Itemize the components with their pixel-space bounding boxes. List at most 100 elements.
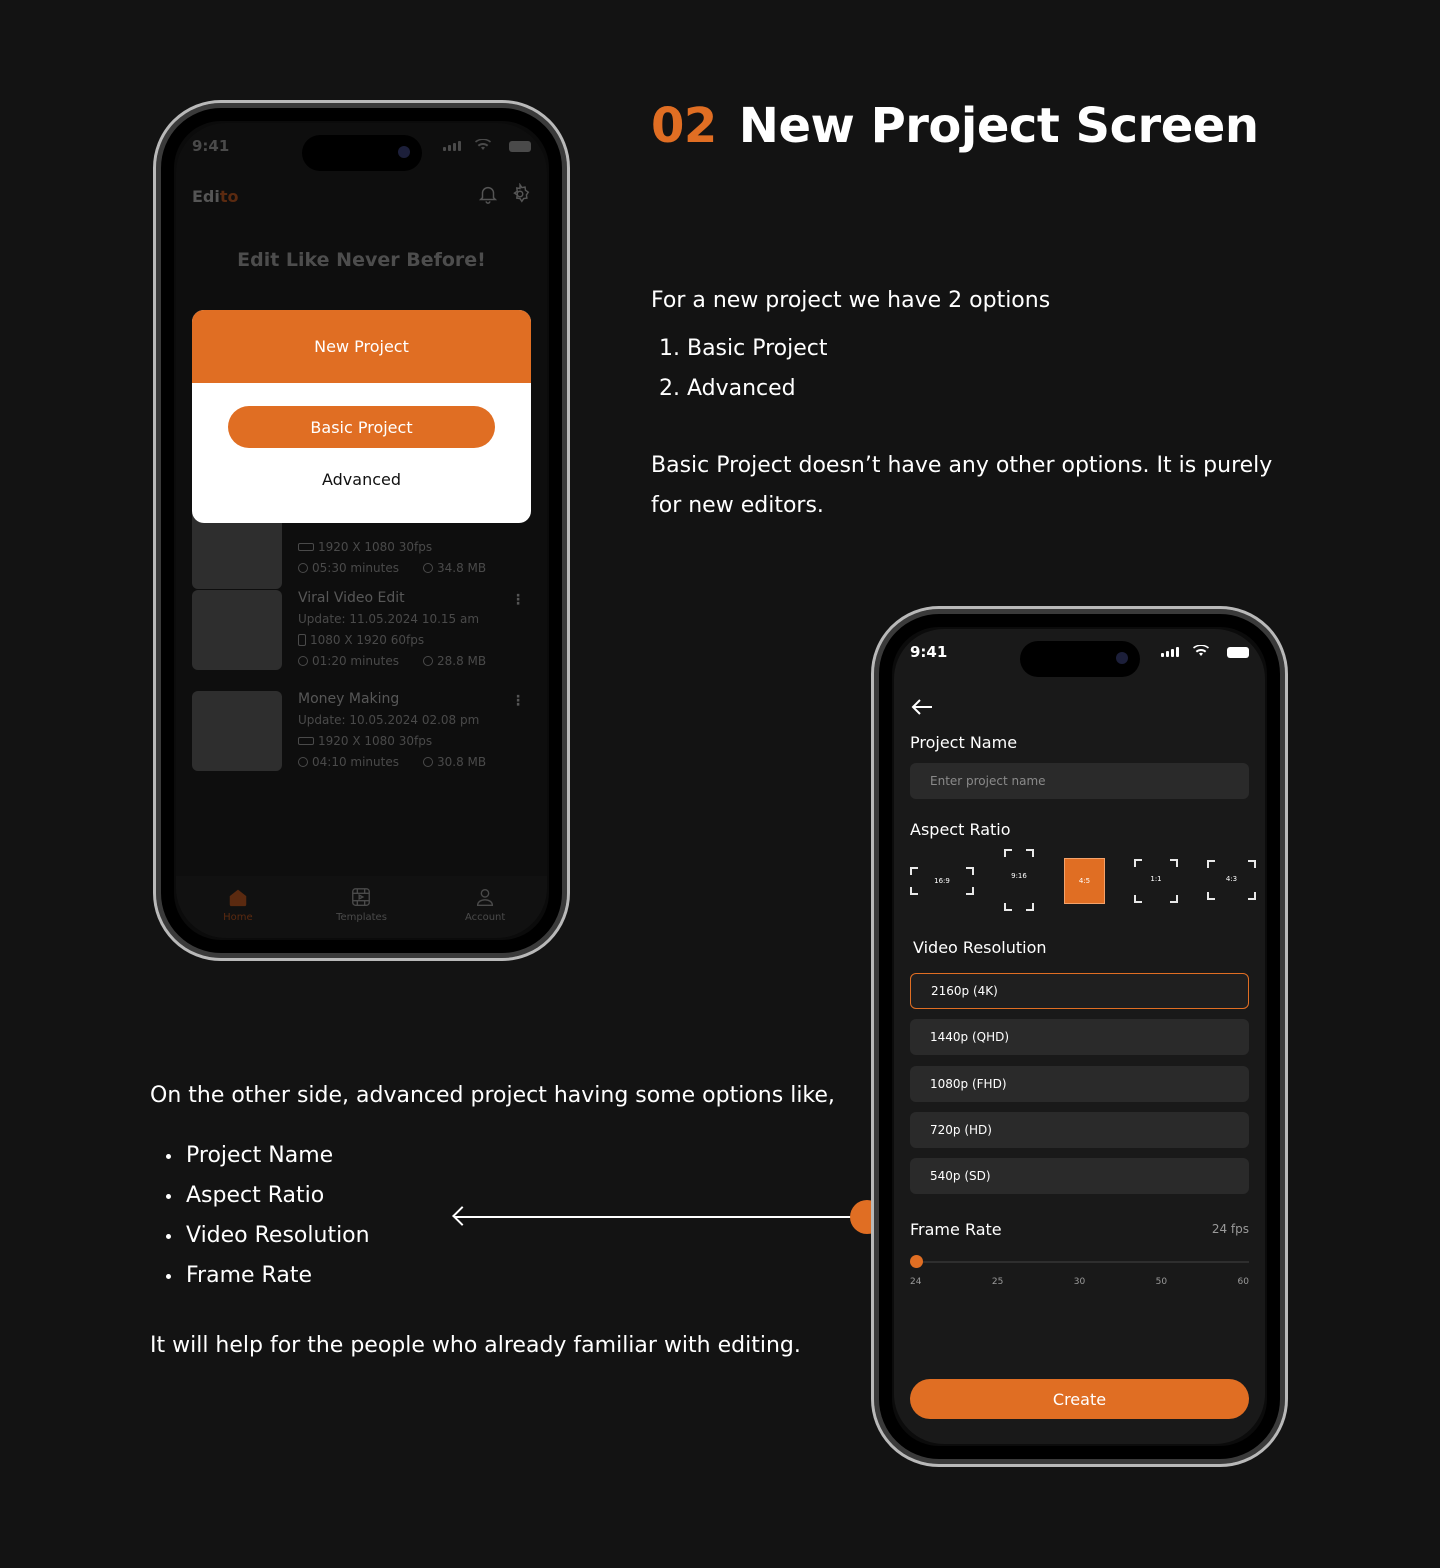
frame-rate-slider-handle[interactable] bbox=[910, 1255, 923, 1268]
aspect-ratio-text: 16:9 bbox=[934, 877, 950, 885]
section-title: New Project Screen bbox=[738, 98, 1259, 154]
frame-corner bbox=[1026, 903, 1034, 911]
aspect-ratio-4-3[interactable]: 4:3 bbox=[1207, 860, 1256, 900]
intro-lead: For a new project we have 2 options bbox=[651, 288, 1051, 313]
project-duration-text: 05:30 minutes bbox=[312, 561, 399, 575]
more-options-icon[interactable]: ⋮ bbox=[511, 592, 525, 608]
frame-corner bbox=[1026, 849, 1034, 857]
project-resolution-text: 1920 X 1080 30fps bbox=[318, 734, 433, 748]
frame-rate-label: Frame Rate bbox=[910, 1220, 1002, 1239]
project-name-label: Project Name bbox=[910, 733, 1018, 752]
clock-icon bbox=[298, 563, 308, 573]
project-resolution-text: 1920 X 1080 30fps bbox=[318, 540, 433, 554]
frame-corner bbox=[1207, 892, 1215, 900]
frame-corner bbox=[1134, 859, 1142, 867]
basic-project-button[interactable]: Basic Project bbox=[228, 406, 495, 448]
resolution-option-4k[interactable]: 2160p (4K) bbox=[910, 973, 1249, 1009]
project-thumbnail bbox=[192, 590, 282, 670]
more-options-icon[interactable]: ⋮ bbox=[511, 693, 525, 709]
advanced-button[interactable]: Advanced bbox=[192, 470, 531, 489]
resolution-option-hd[interactable]: 720p (HD) bbox=[910, 1112, 1249, 1148]
tab-account-label: Account bbox=[464, 912, 506, 923]
home-icon bbox=[229, 889, 247, 907]
resolution-option-fhd[interactable]: 1080p (FHD) bbox=[910, 1066, 1249, 1102]
aspect-ratio-text: 9:16 bbox=[1011, 872, 1027, 880]
back-arrow-icon[interactable] bbox=[910, 697, 934, 717]
aspect-ratio-16-9[interactable]: 16:9 bbox=[910, 867, 974, 895]
project-updated: Update: 11.05.2024 10.15 am bbox=[298, 612, 480, 626]
frame-rate-value: 24 fps bbox=[1211, 1222, 1249, 1236]
tab-home-label: Home bbox=[223, 912, 253, 923]
modal-title: New Project bbox=[192, 310, 531, 383]
resolution-option-sd[interactable]: 540p (SD) bbox=[910, 1158, 1249, 1194]
create-button[interactable]: Create bbox=[910, 1379, 1249, 1419]
frame-rate-tick: 30 bbox=[1073, 1277, 1086, 1287]
storage-icon bbox=[422, 656, 433, 666]
frame-rate-slider-track[interactable] bbox=[916, 1261, 1249, 1263]
dynamic-island bbox=[301, 135, 422, 171]
project-name-input[interactable] bbox=[910, 763, 1249, 799]
hero-banner-text: Edit Like Never Before! bbox=[237, 249, 486, 271]
frame-corner bbox=[966, 887, 974, 895]
intro-text: For a new project we have 2 options 1. B… bbox=[651, 281, 1050, 409]
advanced-options: Project Name Aspect Ratio Video Resoluti… bbox=[150, 1136, 370, 1296]
project-resolution: 1920 X 1080 30fps bbox=[298, 731, 486, 752]
options-list: 1. Basic Project 2. Advanced bbox=[659, 329, 1050, 409]
project-meta: Money Making Update: 10.05.2024 02.08 pm… bbox=[298, 689, 486, 773]
video-resolution-label: Video Resolution bbox=[913, 938, 1047, 957]
wifi-icon bbox=[475, 139, 491, 150]
frame-corner bbox=[1248, 860, 1256, 868]
section-heading: 02 New Project Screen bbox=[651, 98, 1259, 154]
connector-line bbox=[455, 1216, 865, 1218]
frame-corner bbox=[1134, 895, 1142, 903]
project-size: 34.8 MB bbox=[422, 558, 486, 579]
basic-note: Basic Project doesn’t have any other opt… bbox=[651, 446, 1272, 526]
aspect-ratio-label: Aspect Ratio bbox=[910, 820, 1011, 839]
frame-icon bbox=[298, 543, 314, 551]
settings-icon[interactable] bbox=[509, 183, 531, 205]
project-meta: Viral Video Edit Update: 11.05.2024 10.1… bbox=[298, 588, 486, 672]
tab-bar: Home Templates Account bbox=[176, 876, 547, 938]
advanced-option-item: Project Name bbox=[164, 1136, 370, 1176]
tab-account[interactable]: Account bbox=[440, 886, 530, 923]
battery-icon bbox=[509, 141, 531, 152]
phone-home-mockup: 9:41 Edito Edit Like Never Before! 1920 … bbox=[153, 100, 570, 961]
tab-home[interactable]: Home bbox=[193, 886, 283, 923]
project-thumbnail bbox=[192, 691, 282, 771]
bell-icon[interactable] bbox=[477, 183, 499, 205]
project-stats: 04:10 minutes 30.8 MB bbox=[298, 752, 486, 773]
project-resolution-text: 1080 X 1920 60fps bbox=[310, 633, 425, 647]
option-item: 1. Basic Project bbox=[659, 336, 828, 361]
header-actions bbox=[477, 183, 531, 205]
project-card[interactable]: Viral Video Edit Update: 11.05.2024 10.1… bbox=[192, 590, 531, 672]
aspect-ratio-1-1[interactable]: 1:1 bbox=[1134, 859, 1178, 903]
frame-rate-tick: 50 bbox=[1155, 1277, 1168, 1287]
project-card[interactable]: Money Making Update: 10.05.2024 02.08 pm… bbox=[192, 691, 531, 773]
signal-icon bbox=[443, 141, 461, 151]
project-size: 28.8 MB bbox=[422, 651, 486, 672]
status-time: 9:41 bbox=[192, 137, 230, 155]
option-item: 2. Advanced bbox=[659, 376, 796, 401]
app-logo-prefix: Edi bbox=[192, 187, 220, 206]
resolution-option-qhd[interactable]: 1440p (QHD) bbox=[910, 1019, 1249, 1055]
frame-corner bbox=[1248, 892, 1256, 900]
advanced-project-screen: 9:41 Project Name Aspect Ratio 16:9 9:16… bbox=[894, 629, 1265, 1444]
project-resolution: 1080 X 1920 60fps bbox=[298, 630, 486, 651]
status-time: 9:41 bbox=[910, 643, 948, 661]
clock-icon bbox=[298, 757, 308, 767]
camera-icon bbox=[1115, 652, 1128, 664]
aspect-ratio-4-5[interactable]: 4:5 bbox=[1064, 858, 1105, 904]
frame-icon bbox=[298, 737, 314, 745]
frame-corner bbox=[1207, 860, 1215, 868]
aspect-ratio-9-16[interactable]: 9:16 bbox=[1004, 849, 1034, 911]
tab-templates[interactable]: Templates bbox=[316, 886, 406, 923]
camera-icon bbox=[397, 146, 410, 158]
frame-rate-ticks: 24 25 30 50 60 bbox=[910, 1277, 1249, 1287]
frame-corner bbox=[910, 887, 918, 895]
app-logo-suffix: to bbox=[219, 187, 239, 206]
new-project-modal: New Project Basic Project Advanced bbox=[192, 310, 531, 523]
film-icon bbox=[352, 888, 371, 906]
advanced-option-item: Aspect Ratio bbox=[164, 1176, 370, 1216]
aspect-ratio-text: 1:1 bbox=[1150, 875, 1162, 883]
advanced-closing: It will help for the people who already … bbox=[150, 1333, 801, 1358]
